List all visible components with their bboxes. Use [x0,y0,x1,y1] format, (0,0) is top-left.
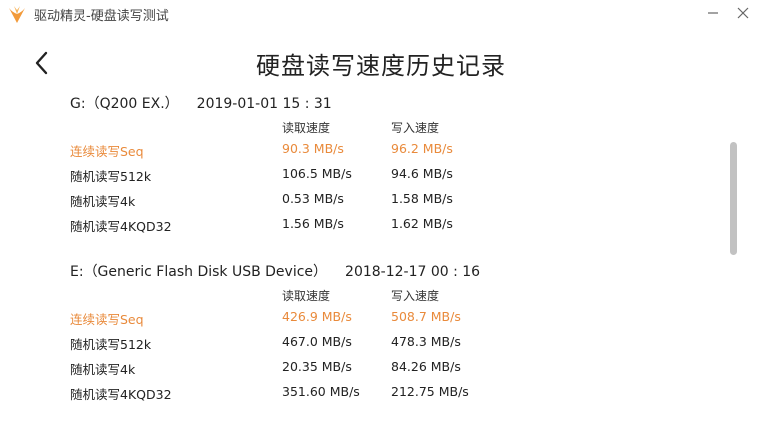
write-value: 96.2 MB/s [391,141,453,156]
title-bar: 驱动精灵-硬盘读写测试 [0,0,767,28]
result-row: 连续读写Seq 90.3 MB/s 96.2 MB/s [0,141,720,163]
read-value: 90.3 MB/s [282,141,344,156]
write-value: 508.7 MB/s [391,309,461,324]
result-row: 随机读写4KQD32 1.56 MB/s 1.62 MB/s [0,216,720,238]
close-icon [737,7,749,19]
result-row: 随机读写4KQD32 351.60 MB/s 212.75 MB/s [0,384,720,406]
record-datetime: 2019-01-01 15 : 31 [196,96,332,112]
write-value: 1.58 MB/s [391,191,453,206]
test-label: 随机读写4k [70,194,136,209]
page-title: 硬盘读写速度历史记录 [256,52,506,80]
read-value: 20.35 MB/s [282,359,352,374]
test-label: 连续读写Seq [70,312,144,327]
history-record: G:（Q200 EX.） 2019-01-01 15 : 31 读取速度 写入速度… [0,93,720,243]
record-header: G:（Q200 EX.） 2019-01-01 15 : 31 [70,93,332,113]
read-value: 1.56 MB/s [282,216,344,231]
app-logo-icon [9,6,25,23]
test-label: 随机读写4k [70,362,136,377]
result-row: 随机读写4k 0.53 MB/s 1.58 MB/s [0,191,720,213]
test-label: 随机读写512k [70,169,152,184]
write-value: 212.75 MB/s [391,384,469,399]
result-row: 连续读写Seq 426.9 MB/s 508.7 MB/s [0,309,720,331]
read-value: 426.9 MB/s [282,309,352,324]
result-row: 随机读写4k 20.35 MB/s 84.26 MB/s [0,359,720,381]
drive-name: G:（Q200 EX.） [70,96,179,112]
read-value: 467.0 MB/s [282,334,352,349]
close-button[interactable] [730,2,756,24]
write-value: 84.26 MB/s [391,359,461,374]
read-value: 0.53 MB/s [282,191,344,206]
read-value: 106.5 MB/s [282,166,352,181]
minimize-icon [708,12,718,14]
test-label: 连续读写Seq [70,144,144,159]
minimize-button[interactable] [700,2,726,24]
test-label: 随机读写4KQD32 [70,387,172,402]
read-speed-header: 读取速度 [282,121,331,135]
result-row: 随机读写512k 467.0 MB/s 478.3 MB/s [0,334,720,356]
record-datetime: 2018-12-17 00 : 16 [345,264,481,280]
write-value: 94.6 MB/s [391,166,453,181]
drive-name: E:（Generic Flash Disk USB Device） [70,264,328,280]
write-speed-header: 写入速度 [391,121,440,135]
history-record: E:（Generic Flash Disk USB Device） 2018-12… [0,261,720,411]
app-title: 驱动精灵-硬盘读写测试 [34,9,169,24]
write-speed-header: 写入速度 [391,289,440,303]
write-value: 1.62 MB/s [391,216,453,231]
test-label: 随机读写512k [70,337,152,352]
read-speed-header: 读取速度 [282,289,331,303]
record-header: E:（Generic Flash Disk USB Device） 2018-12… [70,261,480,281]
test-label: 随机读写4KQD32 [70,219,172,234]
write-value: 478.3 MB/s [391,334,461,349]
result-row: 随机读写512k 106.5 MB/s 94.6 MB/s [0,166,720,188]
scrollbar-thumb[interactable] [730,142,737,255]
read-value: 351.60 MB/s [282,384,360,399]
